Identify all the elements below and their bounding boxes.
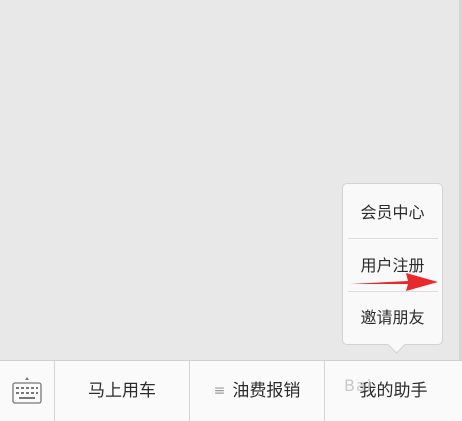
tab-my-assistant[interactable]: 我的助手 xyxy=(325,361,462,421)
tab-label: 我的助手 xyxy=(359,381,428,401)
app-screen: 会员中心 用户注册 邀请朋友 马上用车 ≡ 油费报销 我的助手 Bai xyxy=(0,0,462,421)
tab-label: 马上用车 xyxy=(88,381,156,401)
tab-label: 油费报销 xyxy=(232,381,301,401)
keyboard-icon xyxy=(12,377,42,404)
tab-fuel-reimbursement[interactable]: ≡ 油费报销 xyxy=(190,361,324,421)
menu-item-invite-friends[interactable]: 邀请朋友 xyxy=(343,292,442,344)
menu-lines-icon: ≡ xyxy=(213,383,226,399)
keyboard-toggle-button[interactable] xyxy=(0,361,54,421)
tab-ride-now[interactable]: 马上用车 xyxy=(55,361,189,421)
helper-popup-menu: 会员中心 用户注册 邀请朋友 xyxy=(342,183,443,354)
menu-item-user-register[interactable]: 用户注册 xyxy=(343,240,442,292)
menu-divider xyxy=(348,238,438,239)
bottom-tab-bar: 马上用车 ≡ 油费报销 我的助手 xyxy=(0,360,462,421)
menu-item-member-center[interactable]: 会员中心 xyxy=(343,187,442,239)
